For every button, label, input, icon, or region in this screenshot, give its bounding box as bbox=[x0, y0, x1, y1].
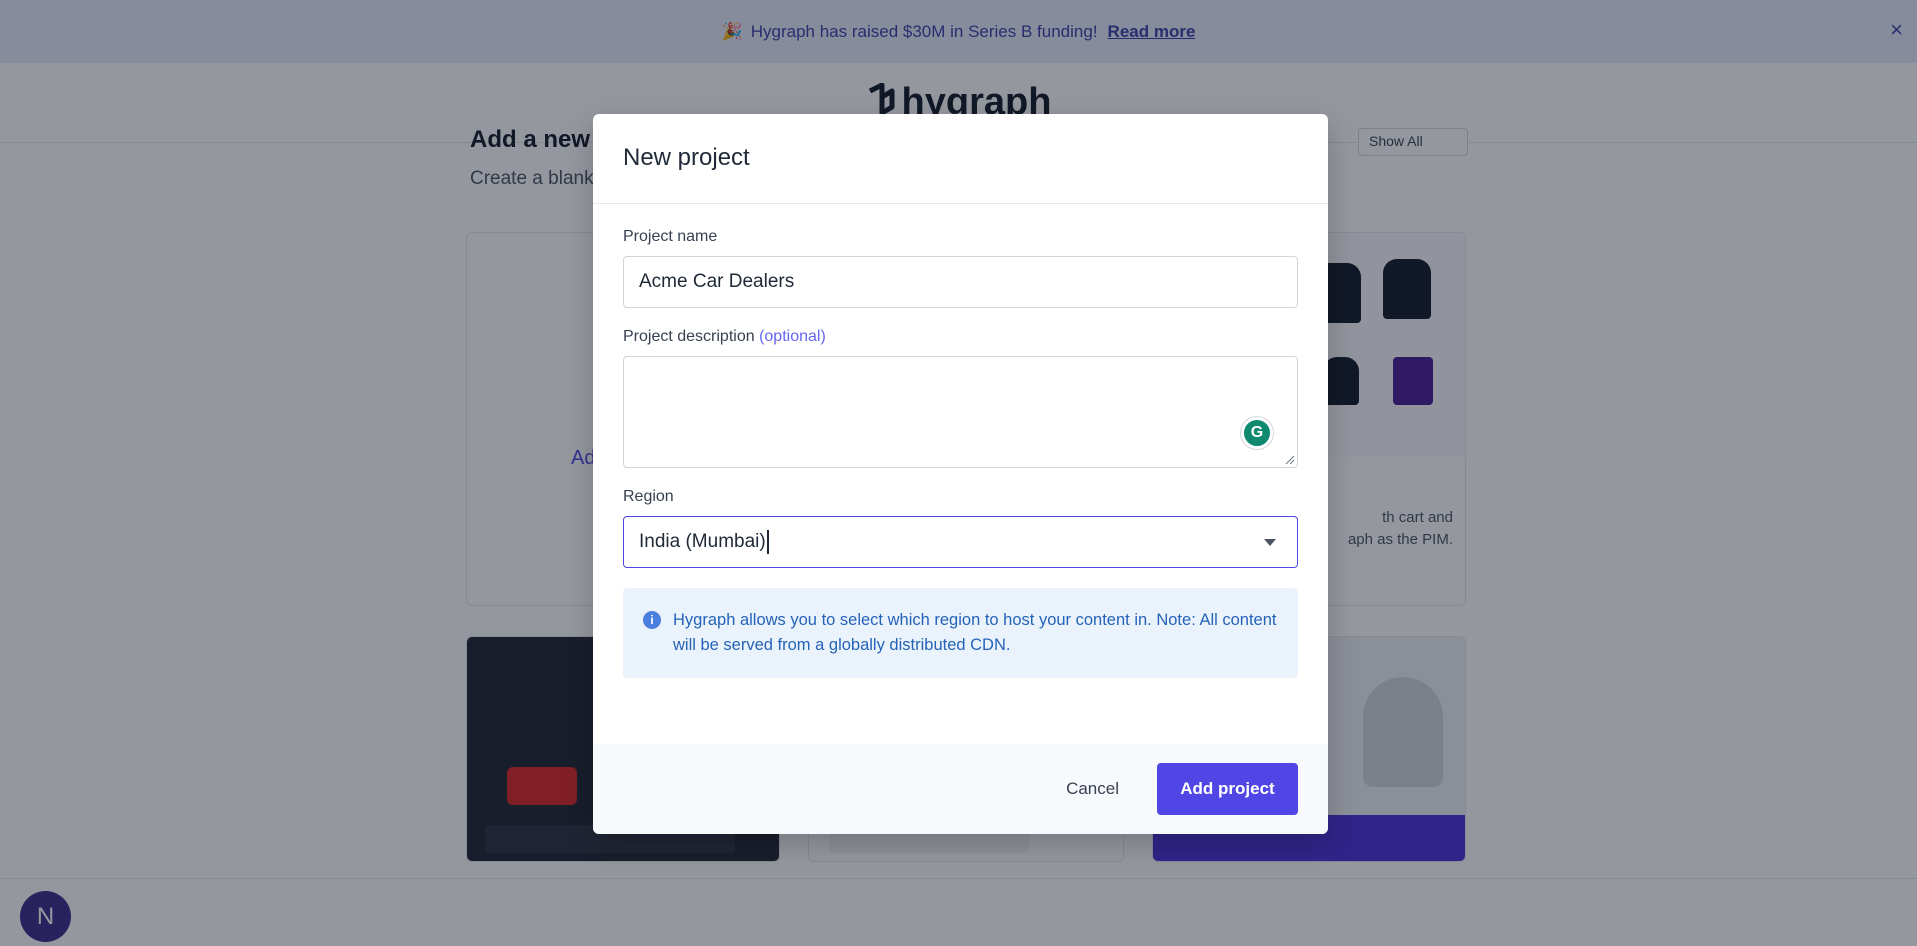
dialog-body: Project name Acme Car Dealers Project de… bbox=[593, 204, 1328, 678]
region-select[interactable]: India (Mumbai) bbox=[623, 516, 1298, 568]
cancel-button[interactable]: Cancel bbox=[1048, 769, 1137, 809]
region-label: Region bbox=[623, 488, 674, 505]
region-value: India (Mumbai) bbox=[639, 531, 766, 553]
dialog-header: New project bbox=[593, 114, 1328, 204]
new-project-dialog: New project Project name Acme Car Dealer… bbox=[593, 114, 1328, 834]
region-value-wrap: India (Mumbai) bbox=[639, 530, 769, 554]
optional-hint: (optional) bbox=[759, 328, 826, 345]
text-cursor bbox=[766, 530, 769, 554]
dialog-title: New project bbox=[623, 144, 750, 171]
add-project-button[interactable]: Add project bbox=[1157, 763, 1298, 815]
project-description-textarea[interactable]: G bbox=[623, 356, 1298, 468]
resize-handle-icon[interactable] bbox=[1285, 455, 1295, 465]
description-label-text: Project description bbox=[623, 328, 755, 345]
grammarly-icon[interactable]: G bbox=[1241, 417, 1273, 449]
project-name-label: Project name bbox=[623, 228, 718, 245]
project-name-input[interactable]: Acme Car Dealers bbox=[623, 256, 1298, 308]
region-info-callout: i Hygraph allows you to select which reg… bbox=[623, 588, 1298, 678]
info-icon: i bbox=[643, 611, 661, 629]
info-text: Hygraph allows you to select which regio… bbox=[673, 611, 1277, 654]
dialog-footer: Cancel Add project bbox=[593, 744, 1328, 834]
chevron-down-icon[interactable] bbox=[1264, 538, 1276, 546]
project-description-label: Project description (optional) bbox=[623, 328, 1298, 346]
